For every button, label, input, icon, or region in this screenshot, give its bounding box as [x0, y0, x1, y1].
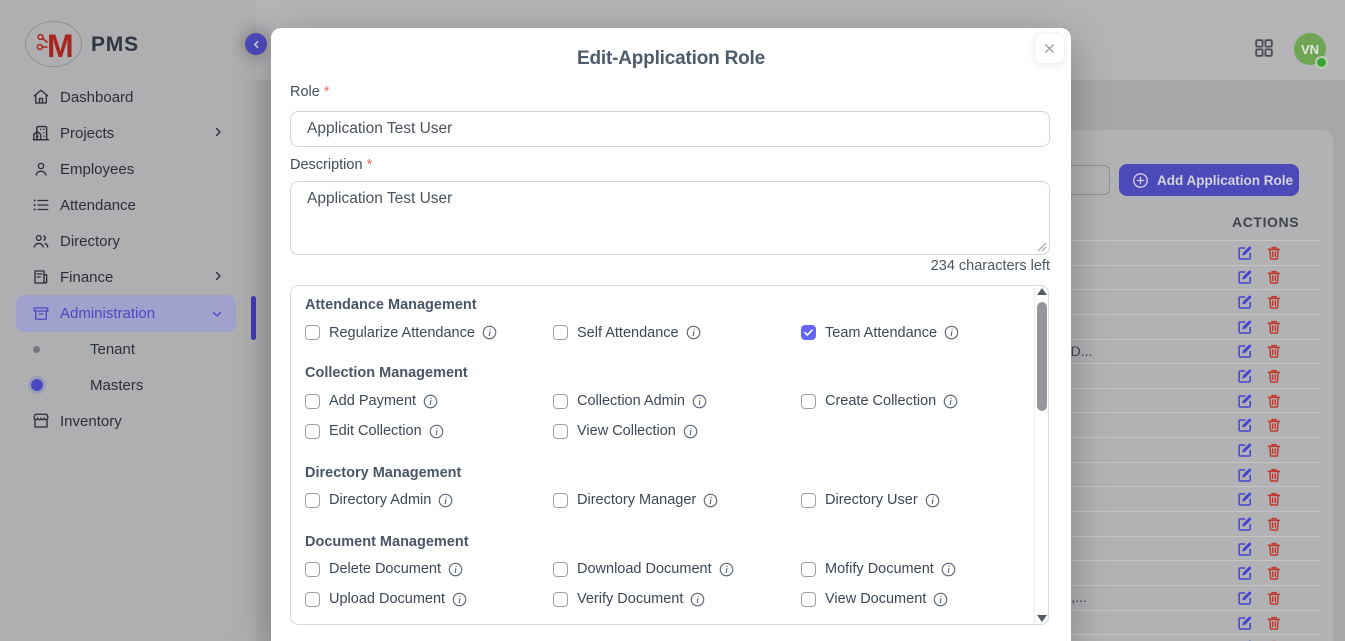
svg-text:M: M [47, 28, 74, 63]
